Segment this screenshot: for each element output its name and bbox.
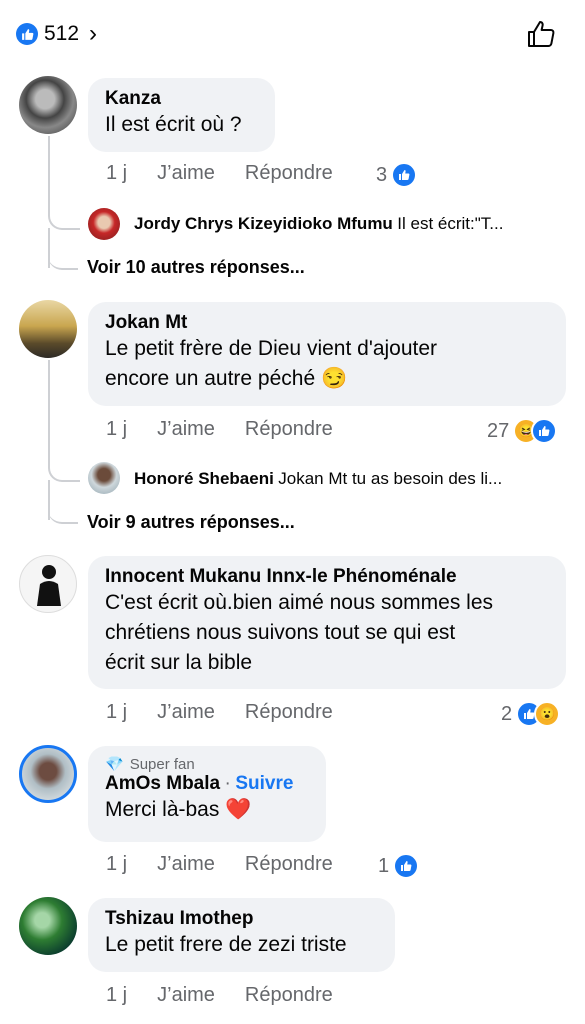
comment-author[interactable]: Innocent Mukanu Innx-le Phénoménale [105,566,552,588]
like-button[interactable]: J’aime [157,162,215,185]
avatar[interactable] [19,300,77,358]
comment-time: 1 j [106,853,128,875]
comment-author[interactable]: Jokan Mt [105,312,552,334]
reply-button[interactable]: Répondre [245,162,333,185]
comment-time: 1 j [106,418,128,440]
like-button[interactable]: J’aime [157,853,215,876]
like-icon [16,23,38,45]
more-replies-link[interactable]: Voir 10 autres réponses... [87,257,305,278]
comment-actions: 1 j J’aime Répondre [106,701,363,724]
comment-text-line: Le petit frère de Dieu vient d'ajouter [105,337,438,360]
reaction-summary[interactable]: 512 › [16,20,97,48]
reply-button[interactable]: Répondre [245,984,333,1007]
thread-line [48,136,50,206]
reaction-count: 27 [487,419,510,442]
comment-text-line: écrit sur la bible [105,651,253,674]
thread-connector [48,240,78,270]
comment-text: Il est écrit où ? [105,113,242,136]
comment-bubble: Tshizau Imothep Le petit frere de zezi t… [88,898,395,972]
avatar[interactable] [19,897,77,955]
reply-button[interactable]: Répondre [245,853,333,876]
reply-button[interactable]: Répondre [245,418,333,441]
thread-connector [48,206,80,230]
diamond-icon: 💎 [105,756,124,773]
reply-text: Il est écrit:"T... [397,214,504,233]
reaction-count: 1 [378,854,390,877]
comment-reactions[interactable]: 27 😆 [487,418,558,444]
comment-reactions[interactable]: 1 [378,853,420,879]
comment-time: 1 j [106,701,128,723]
comment-text-line: chrétiens nous suivons tout se qui est [105,621,456,644]
comment-text: Merci là-bas ❤️ [105,798,252,821]
avatar[interactable] [19,745,77,803]
like-icon [391,162,418,188]
like-button[interactable]: J’aime [157,418,215,441]
thread-connector [48,496,78,524]
comment-author[interactable]: AmOs Mbala [105,773,220,794]
reaction-count: 2 [501,702,513,725]
reply-preview[interactable]: Honoré Shebaeni Jokan Mt tu as besoin de… [134,469,502,489]
reply-author: Jordy Chrys Kizeyidioko Mfumu [134,214,393,233]
comment-bubble: Kanza Il est écrit où ? [88,78,275,152]
comment-bubble: Jokan Mt Le petit frère de Dieu vient d'… [88,302,566,406]
comment-author[interactable]: Tshizau Imothep [105,908,381,930]
superfan-badge: 💎 Super fan [105,755,312,774]
like-button[interactable]: J’aime [157,984,215,1007]
comment-time: 1 j [106,162,128,184]
reply-preview[interactable]: Jordy Chrys Kizeyidioko Mfumu Il est écr… [134,214,503,234]
more-replies-link[interactable]: Voir 9 autres réponses... [87,512,295,533]
surprised-emoji-icon: 😮 [534,701,561,727]
comment-text-line: C'est écrit où.bien aimé nous sommes les [105,591,494,614]
like-icon [393,853,420,879]
like-icon [531,418,558,444]
avatar[interactable] [19,76,77,134]
reply-avatar[interactable] [88,208,120,240]
thread-connector [48,460,80,482]
comment-bubble: Innocent Mukanu Innx-le Phénoménale C'es… [88,556,566,689]
comment-bubble: 💎 Super fan AmOs Mbala · Suivre Merci là… [88,746,326,842]
thumbs-up-outline-icon[interactable] [525,18,557,50]
reply-button[interactable]: Répondre [245,701,333,724]
comment-author[interactable]: Kanza [105,88,261,110]
comment-actions: 1 j J’aime Répondre [106,162,363,185]
comment-actions: 1 j J’aime Répondre [106,418,363,441]
separator-dot: · [224,773,231,794]
comment-reactions[interactable]: 3 [376,162,418,188]
reaction-count: 3 [376,163,388,186]
like-button[interactable]: J’aime [157,701,215,724]
avatar[interactable] [19,555,77,613]
comment-text-line: encore un autre péché 😏 [105,367,348,390]
comment-reactions[interactable]: 2 😮 [501,701,561,727]
chevron-right-icon: › [89,20,98,47]
comment-time: 1 j [106,984,128,1006]
comment-text: Le petit frere de zezi triste [105,933,347,956]
comment-actions: 1 j J’aime Répondre [106,984,363,1007]
reply-avatar[interactable] [88,462,120,494]
follow-button[interactable]: Suivre [235,773,293,794]
reaction-total: 512 [44,22,80,45]
comment-actions: 1 j J’aime Répondre [106,853,363,876]
reply-text: Jokan Mt tu as besoin des li... [278,469,503,488]
badge-label: Super fan [129,755,195,773]
reply-author: Honoré Shebaeni [134,469,274,488]
thread-line [48,360,50,464]
